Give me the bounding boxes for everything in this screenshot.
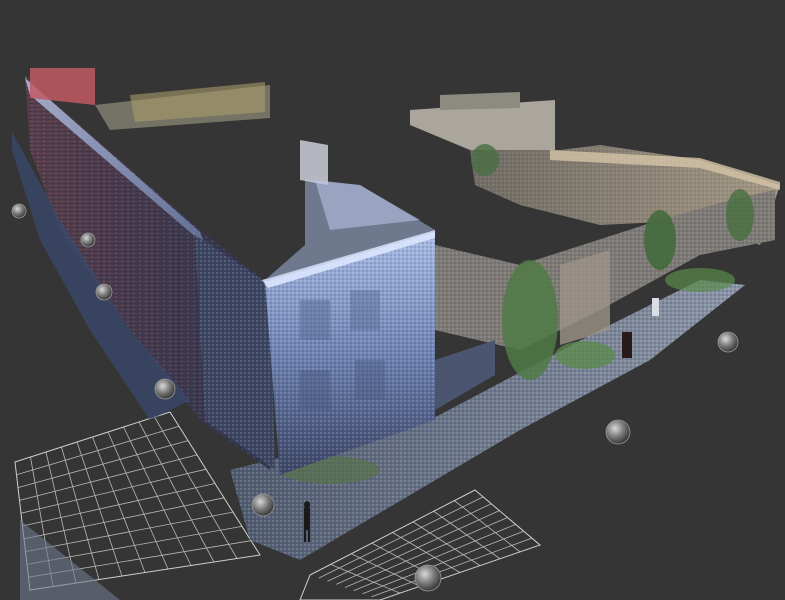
scan-position-sphere-icon[interactable] xyxy=(154,378,176,400)
point-cloud-scene[interactable] xyxy=(0,0,785,600)
doorway-frame xyxy=(560,250,610,345)
scan-position-sphere-icon[interactable] xyxy=(717,331,739,353)
corner-building xyxy=(195,140,435,475)
window xyxy=(300,300,330,340)
back-wall xyxy=(95,82,270,130)
scan-position-sphere-icon[interactable] xyxy=(414,564,442,592)
grid-line xyxy=(412,521,481,566)
chimney xyxy=(300,140,328,185)
window xyxy=(355,360,385,400)
grid-line xyxy=(154,416,238,559)
grid-line xyxy=(138,421,215,563)
point-cloud-viewport[interactable] xyxy=(0,0,785,600)
scan-position-sphere-icon[interactable] xyxy=(251,493,275,517)
scan-position-sphere-icon[interactable] xyxy=(95,283,113,301)
window xyxy=(300,370,330,410)
scan-position-sphere-icon[interactable] xyxy=(11,203,27,219)
window xyxy=(350,290,380,330)
sidewalk-fragment xyxy=(20,520,120,600)
grid-line xyxy=(362,530,524,595)
scan-position-sphere-icon[interactable] xyxy=(80,232,96,248)
scan-position-sphere-icon[interactable] xyxy=(605,419,631,445)
